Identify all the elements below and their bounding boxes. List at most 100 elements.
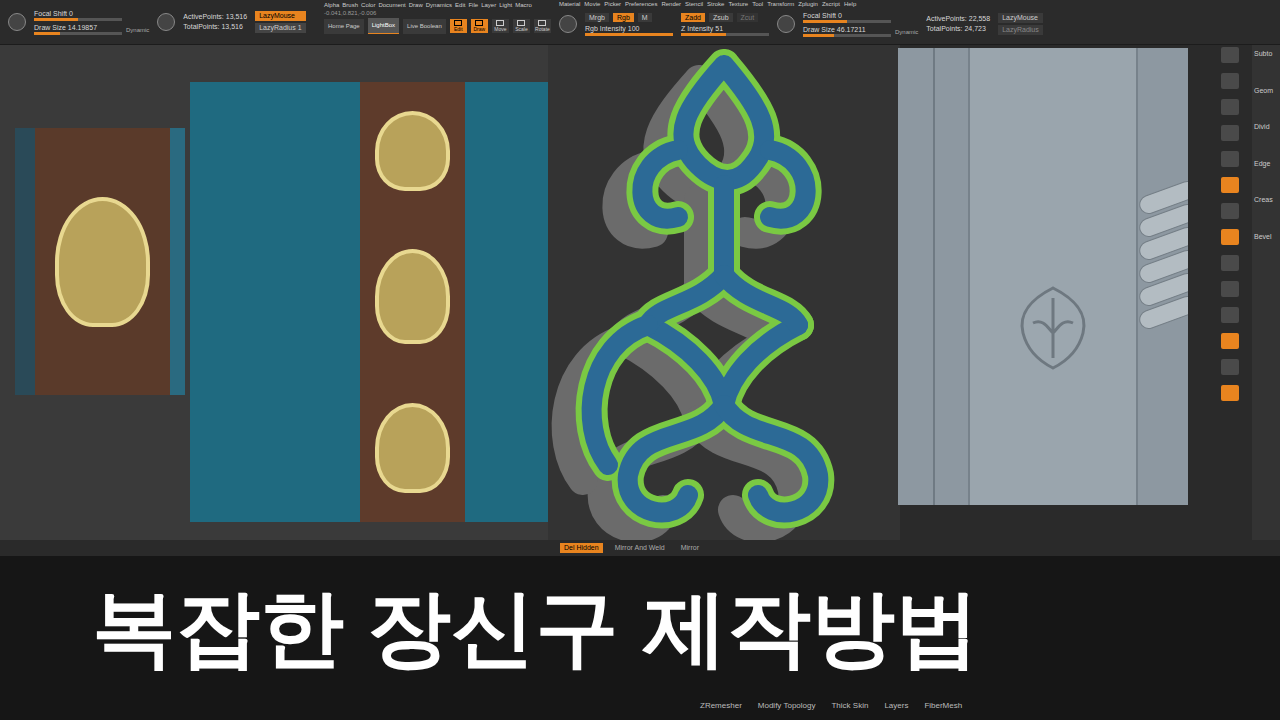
nav-button[interactable]: Home Page — [324, 19, 364, 34]
relief-ornament-icon — [1003, 278, 1103, 378]
menu-item[interactable]: Alpha — [324, 1, 339, 9]
tool-button-icon[interactable] — [1221, 99, 1239, 115]
color-mode[interactable]: M — [638, 13, 652, 22]
tool-button-icon[interactable] — [1221, 281, 1239, 297]
menu-item[interactable]: Brush — [342, 1, 358, 9]
menu-item[interactable]: Layer — [481, 1, 496, 9]
panel-item[interactable]: Edge — [1254, 159, 1280, 170]
menu-item[interactable]: Document — [378, 1, 405, 9]
menu-item[interactable]: Zplugin — [798, 0, 818, 8]
menu-item[interactable]: Light — [499, 1, 512, 9]
menu-entry[interactable]: Modify Topology — [758, 700, 816, 712]
menu-entry[interactable]: ZRemesher — [700, 700, 742, 712]
strip-button[interactable]: Del Hidden — [560, 543, 603, 554]
mode-button[interactable]: Scale — [513, 19, 530, 33]
tool-button-icon[interactable] — [1221, 333, 1239, 349]
bottom-strip: Del Hidden Mirror And Weld Mirror — [0, 540, 1280, 556]
tool-button-icon[interactable] — [1221, 47, 1239, 63]
ornament-mesh-icon[interactable] — [548, 45, 900, 540]
material-icon[interactable] — [559, 15, 577, 33]
tool-button-icon[interactable] — [1221, 307, 1239, 323]
tool-button-icon[interactable] — [1221, 177, 1239, 193]
menu-item[interactable]: Edit — [455, 1, 465, 9]
menu-item[interactable]: Picker — [604, 0, 621, 8]
menu-item[interactable]: Stroke — [707, 0, 724, 8]
color-mode[interactable]: Mrgb — [585, 13, 609, 22]
lazy-radius[interactable]: LazyRadius — [998, 25, 1043, 35]
z-intensity-slider[interactable]: Z Intensity 51 — [681, 24, 769, 36]
menu-item[interactable]: Draw — [409, 1, 423, 9]
menu-item[interactable]: Stencil — [685, 0, 703, 8]
menu-item[interactable]: Zscript — [822, 0, 840, 8]
strip-button[interactable]: Mirror And Weld — [611, 543, 669, 554]
menu-item[interactable]: Macro — [515, 1, 532, 9]
menu-entry[interactable]: Layers — [884, 700, 908, 712]
coordinates: -0.041,0.821,-0.006 — [324, 9, 551, 17]
panel-item[interactable]: Divid — [1254, 122, 1280, 133]
draw-size-slider[interactable]: Draw Size 46.17211 — [803, 25, 891, 37]
left-toolbar: Focal Shift 0 Draw Size 14.19857 Dynamic Ac… — [0, 0, 320, 44]
side-tool-strip — [1212, 45, 1248, 401]
lazy-mouse[interactable]: LazyMouse — [255, 11, 305, 21]
points-icon[interactable] — [157, 13, 175, 31]
mode-button[interactable]: Move — [492, 19, 509, 33]
z-mode[interactable]: Zsub — [709, 13, 733, 22]
viewport — [548, 45, 900, 540]
mode-icon — [475, 20, 483, 26]
tool-button-icon[interactable] — [1221, 125, 1239, 141]
tool-button-icon[interactable] — [1221, 151, 1239, 167]
menu-entry[interactable]: Thick Skin — [831, 700, 868, 712]
brush-icon[interactable] — [777, 15, 795, 33]
panel-item[interactable]: Bevel — [1254, 232, 1280, 243]
color-mode[interactable]: Rgb — [613, 13, 634, 22]
video-title: 복잡한 장신구 제작방법 — [92, 580, 979, 676]
active-points: ActivePoints: 13,516 — [183, 12, 247, 22]
total-points: TotalPoints: 24,723 — [926, 24, 990, 34]
tool-button-icon[interactable] — [1221, 359, 1239, 375]
active-points: ActivePoints: 22,558 — [926, 14, 990, 24]
tool-button-icon[interactable] — [1221, 203, 1239, 219]
menu-item[interactable]: Dynamics — [426, 1, 452, 9]
brush-icon[interactable] — [8, 13, 26, 31]
z-mode[interactable]: Zcut — [737, 13, 759, 22]
title-band: Del Hidden Mirror And Weld Mirror 복잡한 장신구 제… — [0, 540, 1280, 720]
panel-item[interactable]: Geom — [1254, 86, 1280, 97]
panel-item[interactable]: Creas — [1254, 195, 1280, 206]
mode-button[interactable]: Rotate — [534, 19, 551, 33]
menu-item[interactable]: Help — [844, 0, 856, 8]
nav-button[interactable]: LightBox — [368, 18, 399, 34]
geometry-menu: ZRemesher Modify Topology Thick Skin Layers… — [0, 700, 1280, 720]
menu-item[interactable]: Transform — [767, 0, 794, 8]
menu-item[interactable]: Render — [661, 0, 681, 8]
nav-button[interactable]: Live Boolean — [403, 19, 446, 34]
tool-button-icon[interactable] — [1221, 73, 1239, 89]
z-mode[interactable]: Zadd — [681, 13, 705, 22]
draw-size-slider[interactable]: Draw Size 14.19857 — [34, 23, 122, 35]
menu-entry[interactable]: FiberMesh — [924, 700, 962, 712]
rgb-intensity-slider[interactable]: Rgb Intensity 100 — [585, 24, 673, 36]
tool-button-icon[interactable] — [1221, 255, 1239, 271]
mode-icon — [517, 20, 525, 26]
menu-item[interactable]: Color — [361, 1, 375, 9]
focal-shift-slider[interactable]: Focal Shift 0 — [34, 9, 122, 21]
mode-icon — [496, 20, 504, 26]
lazy-radius[interactable]: LazyRadius 1 — [255, 23, 305, 33]
dynamic-toggle[interactable]: Dynamic — [126, 26, 149, 35]
lazy-mouse[interactable]: LazyMouse — [998, 13, 1043, 23]
dynamic-toggle[interactable]: Dynamic — [895, 28, 918, 37]
menu-bar-right: Material Movie Picker Preferences Render Sten… — [559, 0, 1276, 8]
focal-shift-slider[interactable]: Focal Shift 0 — [803, 11, 891, 23]
large-photo — [190, 82, 548, 522]
tool-button-icon[interactable] — [1221, 229, 1239, 245]
menu-item[interactable]: Texture — [728, 0, 748, 8]
menu-item[interactable]: Material — [559, 0, 580, 8]
mode-button[interactable]: Edit — [450, 19, 467, 33]
menu-item[interactable]: Movie — [584, 0, 600, 8]
mode-button[interactable]: Draw — [471, 19, 488, 33]
menu-item[interactable]: Preferences — [625, 0, 657, 8]
strip-button[interactable]: Mirror — [677, 543, 703, 554]
menu-item[interactable]: Tool — [752, 0, 763, 8]
menu-item[interactable]: File — [468, 1, 478, 9]
panel-item[interactable]: Subto — [1254, 49, 1280, 60]
tool-button-icon[interactable] — [1221, 385, 1239, 401]
